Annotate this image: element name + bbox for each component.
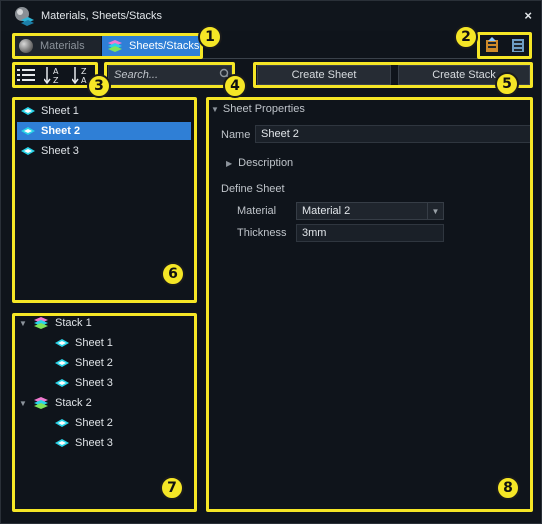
callout-badge-8: 8 — [496, 476, 520, 500]
callout-badge-3: 3 — [87, 74, 111, 98]
callout-box-4 — [104, 62, 235, 88]
callout-badge-1: 1 — [198, 25, 222, 49]
window-title: Materials, Sheets/Stacks — [41, 10, 163, 22]
callout-badge-5: 5 — [495, 72, 519, 96]
callout-box-5 — [253, 62, 533, 88]
callout-box-3 — [12, 62, 98, 88]
callout-box-1 — [12, 33, 203, 59]
callout-badge-6: 6 — [161, 262, 185, 286]
callout-badge-2: 2 — [454, 25, 478, 49]
callout-badge-7: 7 — [160, 476, 184, 500]
close-icon[interactable]: × — [524, 8, 532, 23]
callout-badge-4: 4 — [223, 74, 247, 98]
app-icon — [15, 7, 34, 26]
materials-window: Materials, Sheets/Stacks × Materials She… — [0, 0, 542, 524]
callout-box-2 — [477, 32, 532, 59]
callout-box-8 — [206, 97, 533, 512]
